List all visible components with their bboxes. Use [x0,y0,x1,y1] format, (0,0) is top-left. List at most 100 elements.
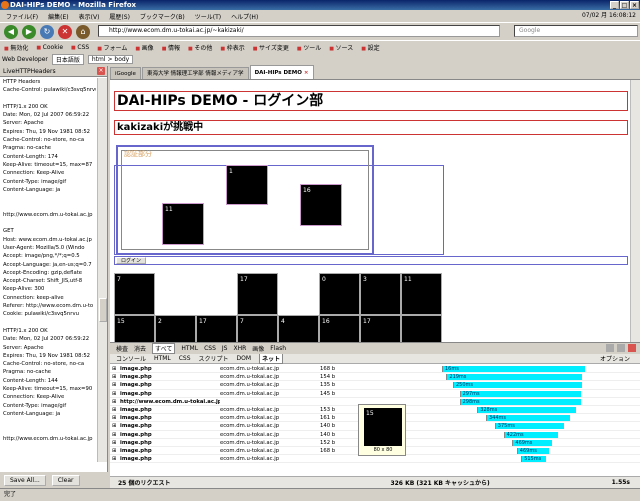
request-name: image.php [110,406,220,413]
url-input[interactable]: http://www.ecom.dm.u-tokai.ac.jp/~kakiza… [98,25,500,37]
webdev-menu-item[interactable]: 情報 [162,43,180,52]
firebug-filter-tab[interactable]: 検査 [116,344,128,353]
request-time: 298ms [462,398,480,405]
webdev-menu-item[interactable]: フォーム [97,43,128,52]
grid-tile[interactable]: 11 [401,273,442,315]
firebug-filter-tab[interactable]: Flash [270,345,286,352]
clear-button[interactable]: Clear [51,474,80,486]
window-titlebar: DAI-HIPs DEMO - Mozilla Firefox _ □ × [0,0,640,10]
webdev-menu-item[interactable]: Cookie [36,44,63,51]
webdev-menu-item[interactable]: 設定 [361,43,380,52]
search-icon[interactable] [606,344,614,352]
headers-list[interactable]: HTTP Headers Cache-Control: pulawiki/c3sv… [0,78,96,462]
detach-icon[interactable] [617,344,625,352]
crumb-language[interactable]: 日本語版 [51,53,84,65]
firebug-panel-tab[interactable]: スクリプト [199,354,229,363]
net-request-row[interactable]: image.phpecom.dm.u-tokai.ac.jp 168 b 16ms [110,365,640,374]
crumb-path[interactable]: html > body [87,54,134,64]
menu-item[interactable]: ヘルプ(H) [231,12,258,21]
menu-item[interactable]: ブックマーク(B) [140,12,185,21]
timeline-bar: 298ms [459,398,581,405]
draggable-tile[interactable]: 11 [162,203,204,245]
grid-tile[interactable]: 16 [319,315,360,342]
firebug-panel-tab[interactable]: HTML [154,355,171,362]
grid-tile[interactable]: 4 [278,315,319,342]
webdev-menu-item[interactable]: 画像 [135,43,154,52]
webdev-menu-item[interactable]: サイズ変更 [253,43,289,52]
firebug-filter-tab[interactable]: XHR [233,345,246,352]
webdev-menu-item[interactable]: その他 [188,43,212,52]
menu-item[interactable]: 表示(V) [79,12,100,21]
maximize-button[interactable]: □ [620,1,629,9]
web-developer-toolbar: 無効化 Cookie CSS フォーム画像情報その他枠表示サイズ変更ツールソース設定 [0,40,640,53]
reload-icon[interactable]: ↻ [40,24,54,39]
grid-tile[interactable]: 17 [360,315,401,342]
sidebar-scrollbar[interactable] [97,78,107,462]
firebug-filter-tab[interactable]: 消去 [134,344,146,353]
tab-label: 東海大学 情報理工学部 情報メディア学 [146,71,244,77]
webdev-menu-item[interactable]: ソース [329,43,354,52]
firebug-panel-tab[interactable]: コンソール [116,354,146,363]
webdev-menu-item[interactable]: CSS [71,44,89,51]
stop-icon[interactable]: ✕ [58,24,72,39]
tab-igoogle[interactable]: iGoogle [110,67,141,79]
webdev-menu-item[interactable]: ツール [297,43,321,52]
menu-item[interactable]: ファイル(F) [6,12,38,21]
back-icon[interactable]: ◀ [4,24,18,39]
grid-tile[interactable]: 15 [114,315,155,342]
minimize-button[interactable]: _ [610,1,619,9]
net-request-row[interactable]: image.phpecom.dm.u-tokai.ac.jp 515ms [110,455,640,464]
firebug-filter-tab[interactable]: CSS [204,345,216,352]
tab-dai-hips[interactable]: DAI-HIPs DEMO × [249,65,314,79]
forward-icon[interactable]: ▶ [22,24,36,39]
grid-tile[interactable]: 17 [237,273,278,315]
options-menu[interactable]: オプション [600,354,630,363]
net-request-row[interactable]: image.phpecom.dm.u-tokai.ac.jp 154 b 219ms [110,373,640,382]
request-name: image.php [110,439,220,446]
firebug-panel-tab[interactable]: DOM [237,355,252,362]
save-all-button[interactable]: Save All... [4,474,46,486]
request-size [320,398,360,405]
firebug-filter-tab[interactable]: HTML [181,345,198,352]
webdev-menu-item[interactable]: 無効化 [4,43,28,52]
grid-tile[interactable]: 2 [155,315,196,342]
webdev-menu-item[interactable]: 枠表示 [220,43,245,52]
firebug-filter-tab[interactable]: 画像 [252,344,264,353]
firebug-filter-tab[interactable]: JS [222,345,228,352]
grid-tile[interactable] [401,315,442,342]
draggable-tile[interactable]: 1 [226,165,268,205]
net-request-row[interactable]: image.phpecom.dm.u-tokai.ac.jp 135 b 250ms [110,381,640,390]
firebug-filter-tab[interactable]: すべて [152,343,176,354]
scroll-thumb[interactable] [99,298,107,322]
request-time: 328ms [480,406,498,413]
firebug-panel-tab[interactable]: ネット [259,353,284,364]
header-line: Server: Apache [3,344,44,351]
net-request-row[interactable]: image.phpecom.dm.u-tokai.ac.jp 145 b 297ms [110,390,640,398]
search-input[interactable]: Google [514,25,638,37]
request-domain: ecom.dm.u-tokai.ac.jp [220,406,280,413]
grid-tile[interactable]: 17 [196,315,237,342]
request-size: 140 b [320,431,336,438]
menu-item[interactable]: 履歴(S) [109,12,130,21]
timeline-bar: 16ms [442,366,586,372]
grid-tile[interactable]: 7 [114,273,155,315]
tab-tokai[interactable]: 東海大学 情報理工学部 情報メディア学 [141,67,249,79]
total-size: 326 KB (321 KB キャッシュから) [390,480,490,487]
menu-item[interactable]: ツール(T) [195,12,221,21]
request-size: 135 b [320,382,336,389]
grid-tile[interactable]: 3 [360,273,401,315]
menu-item[interactable]: 編集(E) [48,12,68,21]
request-domain: ecom.dm.u-tokai.ac.jp [220,390,280,397]
close-tab-icon[interactable]: × [304,70,309,76]
content-scrollbar[interactable] [630,80,640,342]
grid-tile[interactable]: 0 [319,273,360,315]
close-sidebar-icon[interactable]: × [97,67,105,75]
grid-tile[interactable]: 7 [237,315,278,342]
login-button[interactable]: ログイン [116,257,147,264]
close-firebug-icon[interactable] [628,344,636,352]
timeline-bar: 469ms [516,447,550,454]
close-window-button[interactable]: × [630,1,639,9]
home-icon[interactable]: ⌂ [76,24,90,39]
firebug-panel-tab[interactable]: CSS [179,355,191,362]
draggable-tile[interactable]: 16 [300,184,342,226]
